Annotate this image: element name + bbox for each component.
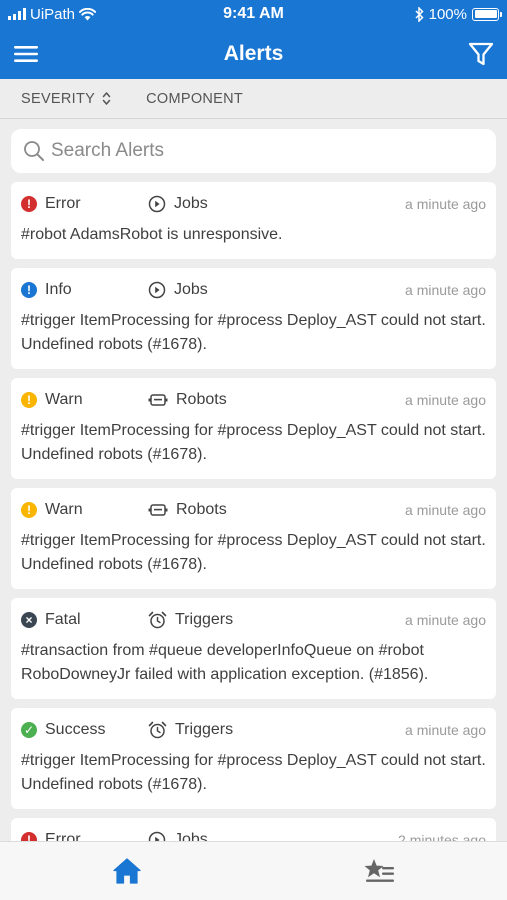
- alert-card[interactable]: ✓ Success Triggers a minute ago #trigger Ite…: [11, 708, 496, 809]
- alert-timestamp: a minute ago: [405, 282, 486, 298]
- component-label: Robots: [176, 391, 227, 408]
- filter-icon: [468, 42, 494, 65]
- filter-bar: SEVERITY COMPONENT: [0, 79, 507, 119]
- alert-message: #trigger ItemProcessing for #process Dep…: [21, 422, 486, 463]
- sort-icon: [102, 92, 111, 105]
- app-bar: Alerts: [0, 28, 507, 79]
- alert-timestamp: a minute ago: [405, 722, 486, 738]
- severity: ! Error: [21, 831, 148, 841]
- success-icon: ✓: [21, 722, 37, 738]
- warning-icon: !: [21, 392, 37, 408]
- component-label: Jobs: [174, 831, 208, 841]
- top-bar: UiPath 9:41 AM 100% Alerts: [0, 0, 507, 79]
- bluetooth-icon: [415, 6, 424, 22]
- alert-card[interactable]: × Fatal Triggers a minute ago #transaction f…: [11, 598, 496, 699]
- severity-sort[interactable]: SEVERITY: [21, 91, 111, 107]
- menu-button[interactable]: [13, 44, 39, 64]
- alert-message: #transaction from #queue developerInfoQu…: [21, 642, 429, 683]
- robot-icon: [148, 394, 168, 406]
- alert-card[interactable]: ! Error Jobs a minute ago #robot AdamsRobot …: [11, 182, 496, 259]
- severity: ✓ Success: [21, 721, 148, 739]
- info-icon: !: [21, 282, 37, 298]
- battery-icon: [472, 7, 502, 21]
- star-list-icon: [364, 859, 395, 882]
- alert-header: × Fatal Triggers a minute ago: [21, 609, 486, 631]
- error-icon: !: [21, 832, 37, 841]
- component-sort[interactable]: COMPONENT: [146, 91, 243, 107]
- component-label: Robots: [176, 501, 227, 518]
- alert-message: #trigger ItemProcessing for #process Dep…: [21, 752, 486, 793]
- alert-header: ! Info Jobs a minute ago: [21, 279, 486, 301]
- alert-message: #trigger ItemProcessing for #process Dep…: [21, 532, 486, 573]
- alert-card[interactable]: ! Error Jobs 2 minutes ago: [11, 818, 496, 841]
- alert-card[interactable]: ! Warn Robots a minute ago #trigger ItemProc…: [11, 378, 496, 479]
- severity-label: Success: [45, 721, 106, 738]
- error-icon: !: [21, 196, 37, 212]
- alarm-clock-icon: [148, 611, 167, 629]
- component: Triggers: [148, 611, 233, 629]
- alert-card[interactable]: ! Info Jobs a minute ago #trigger ItemProces…: [11, 268, 496, 369]
- severity: ! Error: [21, 195, 148, 213]
- component: Jobs: [148, 281, 208, 299]
- home-icon: [113, 858, 141, 884]
- component: Robots: [148, 501, 227, 519]
- severity-label: Fatal: [45, 611, 81, 628]
- alert-header: ! Warn Robots a minute ago: [21, 389, 486, 411]
- wifi-icon: [79, 7, 97, 20]
- hamburger-icon: [14, 45, 38, 62]
- component-label: Triggers: [175, 721, 234, 738]
- fatal-icon: ×: [21, 612, 37, 628]
- component: Triggers: [148, 721, 233, 739]
- signal-icon: [8, 8, 26, 20]
- battery-percent: 100%: [428, 5, 467, 23]
- page-title: Alerts: [223, 41, 284, 65]
- alert-header: ! Error Jobs a minute ago: [21, 193, 486, 215]
- alert-timestamp: 2 minutes ago: [398, 832, 486, 841]
- severity-label: Warn: [45, 501, 83, 518]
- filter-button[interactable]: [468, 41, 494, 67]
- component-sort-label: COMPONENT: [146, 90, 244, 107]
- jobs-icon: [148, 195, 166, 213]
- alert-timestamp: a minute ago: [405, 196, 486, 212]
- alert-timestamp: a minute ago: [405, 392, 486, 408]
- alert-header: ! Error Jobs 2 minutes ago: [21, 829, 486, 841]
- jobs-icon: [148, 831, 166, 841]
- severity: ! Info: [21, 281, 148, 299]
- severity-label: Warn: [45, 391, 83, 408]
- severity-sort-label: SEVERITY: [21, 90, 96, 107]
- alert-header: ! Warn Robots a minute ago: [21, 499, 486, 521]
- tab-favorites[interactable]: [254, 842, 507, 900]
- warning-icon: !: [21, 502, 37, 518]
- component-label: Jobs: [174, 195, 208, 212]
- alert-timestamp: a minute ago: [405, 612, 486, 628]
- severity-label: Error: [45, 831, 81, 841]
- component: Jobs: [148, 195, 208, 213]
- alerts-container: ! Error Jobs a minute ago #robot AdamsRobot …: [11, 182, 496, 841]
- tab-bar: [0, 841, 507, 900]
- carrier-name: UiPath: [30, 5, 76, 23]
- component: Jobs: [148, 831, 208, 841]
- robot-icon: [148, 504, 168, 516]
- severity: ! Warn: [21, 501, 148, 519]
- alert-card[interactable]: ! Warn Robots a minute ago #trigger ItemProc…: [11, 488, 496, 589]
- alert-message: #trigger ItemProcessing for #process Dep…: [21, 312, 486, 353]
- severity-label: Info: [45, 281, 72, 298]
- alert-message: #robot AdamsRobot is unresponsive.: [21, 226, 283, 243]
- tab-home[interactable]: [0, 842, 254, 900]
- status-bar: UiPath 9:41 AM 100%: [0, 0, 507, 28]
- alert-list[interactable]: ! Error Jobs a minute ago #robot AdamsRobot …: [0, 119, 507, 841]
- alert-header: ✓ Success Triggers a minute ago: [21, 719, 486, 741]
- alert-timestamp: a minute ago: [405, 502, 486, 518]
- jobs-icon: [148, 281, 166, 299]
- search-input[interactable]: [51, 140, 484, 162]
- search-icon: [24, 141, 44, 161]
- severity: × Fatal: [21, 611, 148, 629]
- severity: ! Warn: [21, 391, 148, 409]
- component-label: Jobs: [174, 281, 208, 298]
- alarm-clock-icon: [148, 721, 167, 739]
- component-label: Triggers: [175, 611, 234, 628]
- search-bar: [11, 129, 496, 173]
- component: Robots: [148, 391, 227, 409]
- severity-label: Error: [45, 195, 81, 212]
